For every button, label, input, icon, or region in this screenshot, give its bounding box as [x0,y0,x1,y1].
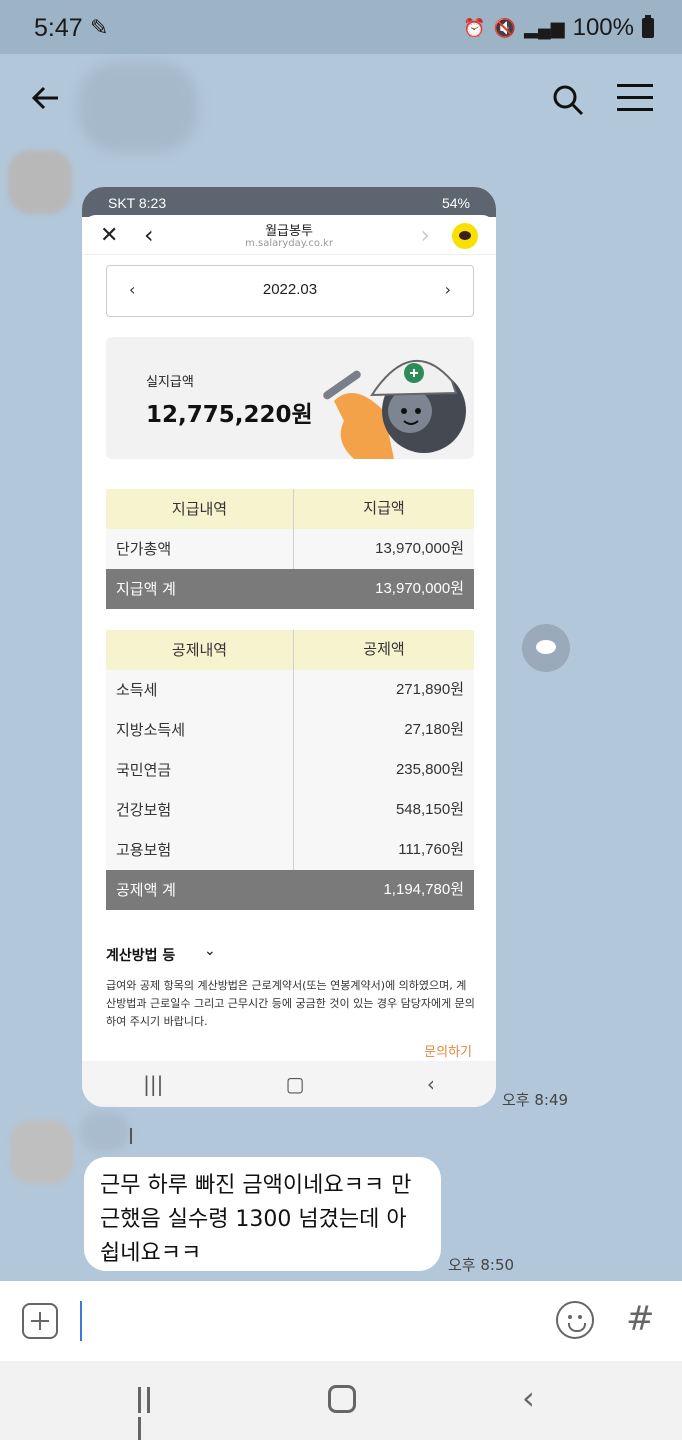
table-row: 소득세 271,890원 [106,670,474,710]
text-message[interactable]: 근무 하루 빠진 금액이네요ㅋㅋ 만근했음 실수령 1300 넘겼는데 아쉽네요… [84,1157,441,1271]
row-value: 27,180원 [404,721,464,738]
table-row: 국민연금 235,800원 [106,750,474,790]
total-name: 지급액 계 [116,580,176,598]
row-name: 지방소득세 [106,710,294,750]
back-icon: ‹ [426,1072,435,1096]
table-total-row: 지급액 계 13,970,000원 [106,569,474,609]
emoji-icon[interactable] [556,1301,594,1339]
chat-header [0,54,682,152]
menu-icon[interactable] [617,84,653,112]
sender-name-blurred [80,1112,130,1152]
inquiry-link: 문의하기 [424,1045,472,1060]
avatar[interactable] [10,1120,74,1184]
pen-off-icon: ✎ [90,16,109,41]
column-header: 공제액 [363,641,405,658]
net-pay-amount: 12,775,220원 [146,402,313,428]
message-input[interactable] [80,1301,540,1341]
image-status-left: SKT 8:23 [108,195,167,211]
month-label: 2022.03 [262,281,318,298]
worker-mascot-icon [323,359,466,459]
net-pay-label: 실지급액 [146,375,194,390]
table-row: 건강보험 548,150원 [106,790,474,830]
deduction-table: 공제내역 공제액 소득세 271,890원 지방소득세 27,180원 국민연금… [106,630,474,910]
message-input-bar: # [0,1281,682,1361]
recents-icon: ||| [143,1072,164,1096]
table-row: 지방소득세 27,180원 [106,710,474,750]
table-row: 고용보험 111,760원 [106,830,474,870]
table-row: 단가총액 13,970,000원 [106,529,474,569]
back-icon[interactable]: ‹ [522,1379,535,1417]
image-message[interactable]: SKT 8:23 54% ✕ ‹ 월급봉투 m.salaryday.co.kr … [82,187,496,1107]
row-value: 235,800원 [395,761,464,778]
message-timestamp: 오후 8:50 [448,1256,515,1274]
image-browser-bar: ✕ ‹ 월급봉투 m.salaryday.co.kr › [82,215,496,255]
row-name: 고용보험 [106,830,294,870]
search-icon[interactable] [552,84,584,116]
table-total-row: 공제액 계 1,194,780원 [106,870,474,910]
total-name: 공제액 계 [116,881,176,899]
chevron-down-icon: ⌄ [204,943,216,959]
recents-icon[interactable] [138,1387,164,1440]
chevron-right-icon: › [444,280,451,299]
home-icon[interactable] [328,1385,356,1413]
browser-url: m.salaryday.co.kr [245,238,333,249]
image-status-bar: SKT 8:23 54% [82,187,496,217]
row-value: 271,890원 [395,681,464,698]
share-icon[interactable] [522,624,570,672]
divider [130,1128,132,1144]
mute-icon: 🔇 [493,17,517,38]
image-nav-bar: ||| ▢ ‹ [82,1061,496,1107]
column-header: 지급내역 [106,489,294,529]
net-pay-card: 실지급액 12,775,220원 [106,337,474,459]
battery-icon [642,15,654,38]
column-header: 지급액 [363,500,405,517]
back-arrow-icon[interactable] [28,80,68,120]
table-header: 지급내역 지급액 [106,489,474,529]
status-time: 5:47 [34,14,83,42]
month-selector: ‹ 2022.03 › [106,265,474,317]
row-name: 국민연금 [106,750,294,790]
table-header: 공제내역 공제액 [106,630,474,670]
row-name: 단가총액 [106,529,294,569]
row-value: 13,970,000원 [375,540,464,557]
hashtag-icon[interactable]: # [626,1299,655,1339]
system-nav-bar: ‹ [0,1361,682,1440]
kakao-chat-icon [452,223,478,249]
image-status-right: 54% [441,195,470,211]
calc-method-title: 계산방법 등 [106,948,176,964]
row-name: 건강보험 [106,790,294,830]
row-value: 111,760원 [398,841,464,858]
alarm-icon: ⏰ [463,17,486,38]
status-icons: ⏰ 🔇 ▂▄▆ 100% [463,14,654,42]
row-name: 소득세 [106,670,294,710]
column-header: 공제내역 [106,630,294,670]
status-bar: 5:47 ✎ ⏰ 🔇 ▂▄▆ 100% [0,0,682,54]
avatar[interactable] [8,150,72,214]
battery-percent: 100% [572,14,634,41]
chat-room-name-blurred [78,62,198,152]
total-value: 13,970,000원 [375,580,464,597]
chevron-right-icon: › [420,221,430,249]
row-value: 548,150원 [395,801,464,818]
browser-title: 월급봉투 [265,224,313,239]
calc-method-text: 급여와 공제 항목의 계산방법은 근로계약서(또는 연봉계약서)에 의하였으며,… [106,979,475,1028]
signal-icon: ▂▄▆ [524,17,565,38]
plus-icon[interactable] [22,1303,58,1339]
pay-table: 지급내역 지급액 단가총액 13,970,000원 지급액 계 13,970,0… [106,489,474,609]
total-value: 1,194,780원 [383,881,464,898]
home-icon: ▢ [285,1072,305,1096]
message-timestamp: 오후 8:49 [502,1091,569,1109]
